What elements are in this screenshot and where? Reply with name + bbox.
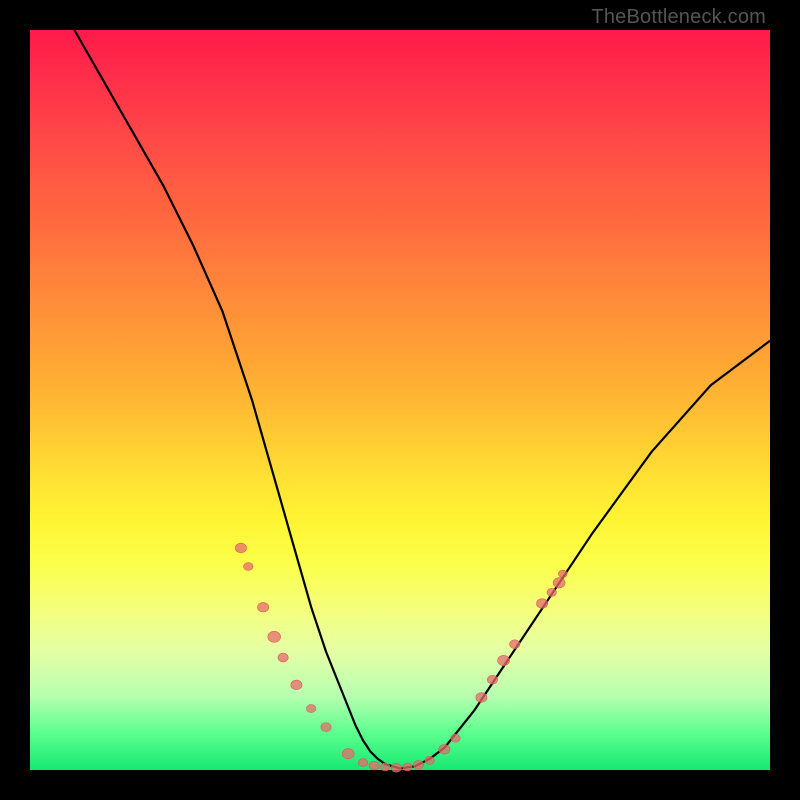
curve-marker [537,599,548,609]
curve-marker [413,760,423,769]
curve-marker [559,570,568,577]
curve-marker [278,653,288,662]
curve-marker [307,705,316,713]
curve-marker [381,763,390,771]
curve-marker [403,763,412,771]
curve-marker [425,756,434,764]
curve-marker [451,734,460,742]
curve-svg [30,30,770,770]
bottleneck-curve [74,30,770,769]
curve-marker [321,723,331,732]
curve-marker [358,759,367,767]
curve-marker [342,749,354,759]
curve-marker [268,631,281,642]
curve-marker [498,655,510,665]
curve-marker [547,588,556,596]
plot-area [30,30,770,770]
chart-frame: TheBottleneck.com [0,0,800,800]
watermark-text: TheBottleneck.com [591,6,766,29]
curve-marker [487,675,497,684]
curve-marker [476,693,487,703]
marker-group [235,543,567,772]
curve-marker [553,578,565,588]
curve-marker [291,680,302,690]
curve-marker [235,543,246,553]
curve-marker [391,763,401,772]
curve-marker [439,745,450,755]
curve-marker [244,563,253,571]
curve-marker [369,761,379,770]
curve-marker [510,640,520,649]
curve-marker [258,602,269,612]
